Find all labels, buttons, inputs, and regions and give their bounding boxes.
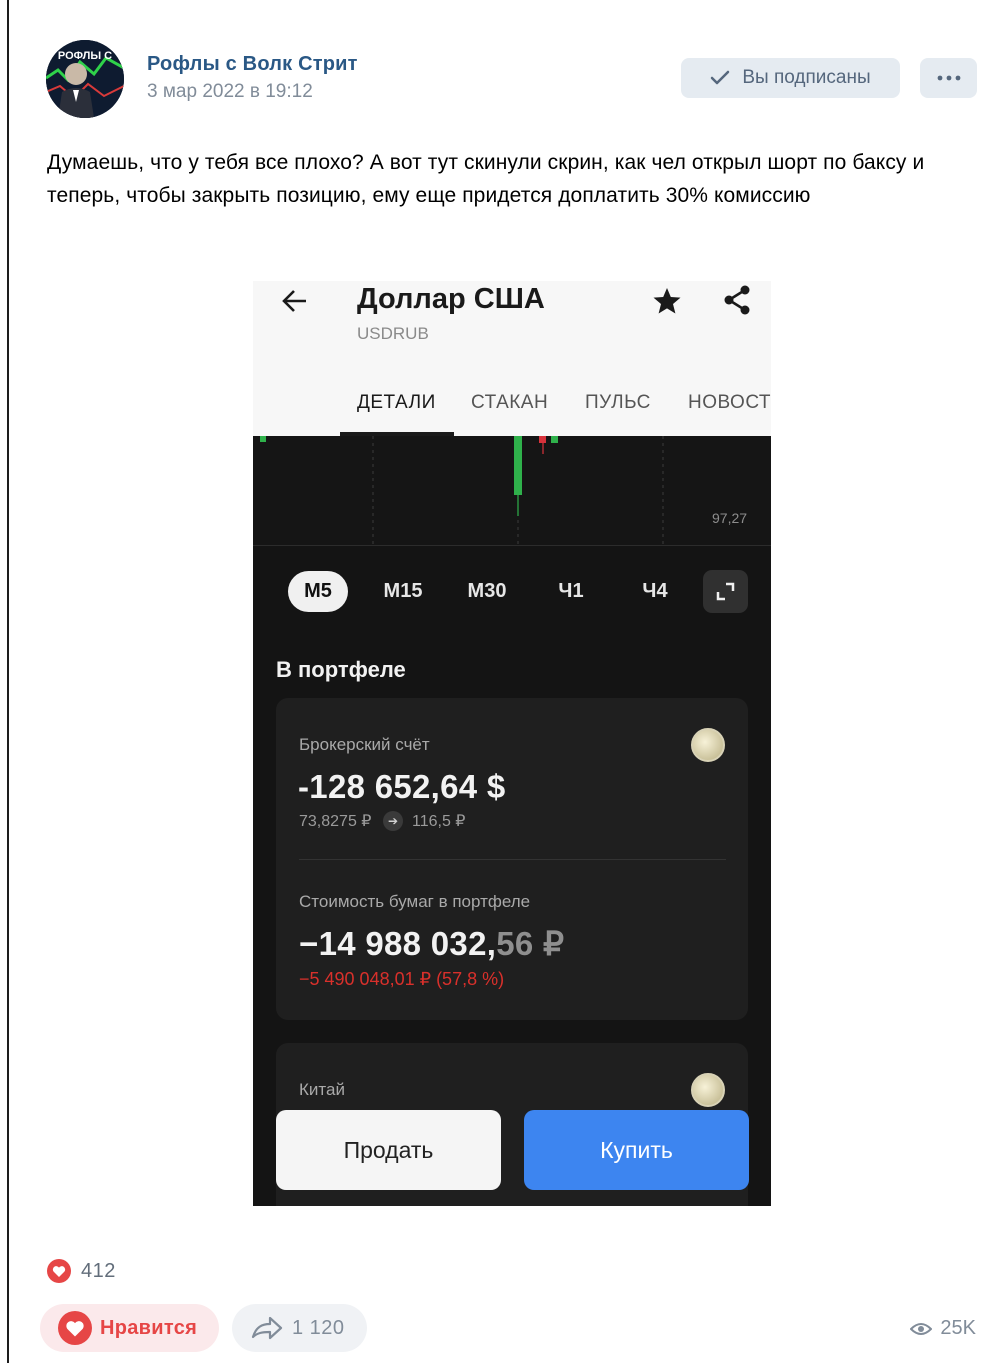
left-border [7, 0, 9, 1363]
tab-news: НОВОСТИ [688, 392, 771, 413]
post-date[interactable]: 3 мар 2022 в 19:12 [147, 81, 313, 103]
candle [514, 436, 522, 495]
price-chart [253, 436, 771, 546]
buy-button: Купить [524, 1110, 749, 1190]
value-label: Стоимость бумаг в портфеле [299, 892, 531, 911]
share-button[interactable]: 1 120 [232, 1304, 367, 1352]
arrow-right-icon: ➔ [383, 811, 403, 831]
more-icon [937, 75, 960, 81]
chart-price-label: 97,27 [712, 510, 748, 526]
card-divider [299, 859, 726, 860]
asset-name: Китай [299, 1080, 345, 1099]
check-icon [711, 70, 730, 85]
expand-chart-button [703, 570, 748, 613]
timeframe-m15: M15 [383, 580, 423, 602]
candle [539, 436, 546, 443]
share-count: 1 120 [292, 1316, 345, 1339]
share-icon [724, 285, 750, 315]
value-change: −5 490 048,01 ₽ (57,8 %) [299, 969, 505, 989]
share-arrow-icon [251, 1316, 283, 1340]
post-text: Думаешь, что у тебя все плохо? А вот тут… [47, 151, 925, 207]
account-amount: -128 652,64 $ [298, 768, 506, 805]
eye-icon [910, 1322, 933, 1335]
portfolio-title: В портфеле [276, 657, 406, 682]
tab-details: ДЕТАЛИ [357, 392, 436, 413]
like-button[interactable]: Нравится [40, 1304, 219, 1352]
value-main: −14 988 032, [299, 925, 497, 962]
instrument-title: Доллар США [357, 283, 545, 315]
more-button[interactable] [920, 58, 977, 98]
coin-icon [691, 1073, 725, 1107]
candle [260, 436, 266, 442]
rate-from: 73,8275 ₽ [299, 813, 372, 830]
timeframe-h1: Ч1 [558, 580, 584, 602]
instrument-ticker: USDRUB [357, 324, 429, 343]
heart-icon [47, 1259, 71, 1283]
likes-count: 412 [81, 1259, 116, 1282]
back-arrow-icon [282, 290, 306, 312]
account-label: Брокерский счёт [299, 735, 430, 754]
avatar[interactable]: РОФЛЫ С [46, 40, 124, 118]
star-icon [653, 288, 681, 314]
value-cents: 56 ₽ [496, 925, 565, 962]
views-count: 25K [940, 1317, 976, 1339]
timeframe-m5: M5 [288, 571, 348, 612]
like-label: Нравится [100, 1316, 198, 1339]
subscribed-label: Вы подписаны [742, 67, 871, 88]
tab-pulse: ПУЛЬС [585, 392, 651, 413]
expand-icon [716, 582, 735, 601]
app-header: Доллар США USDRUB ДЕТАЛИ СТАКАН ПУЛЬС НО… [253, 281, 771, 436]
likes-summary[interactable]: 412 [47, 1259, 116, 1283]
sell-button: Продать [276, 1110, 501, 1190]
portfolio-card: Брокерский счёт -128 652,64 $ 73,8275 ₽ … [276, 698, 748, 1020]
views-counter: 25K [910, 1317, 976, 1340]
coin-icon [691, 728, 725, 762]
rate-to: 116,5 ₽ [412, 813, 466, 830]
subscribed-button[interactable]: Вы подписаны [681, 58, 900, 98]
tab-order-book: СТАКАН [471, 392, 549, 413]
avatar-text: РОФЛЫ С [58, 50, 112, 62]
timeframe-h4: Ч4 [642, 580, 668, 602]
author-name[interactable]: Рофлы с Волк Стрит [147, 53, 358, 76]
portfolio-value: −14 988 032,56 ₽ [299, 924, 564, 963]
heart-icon [58, 1311, 92, 1345]
attached-screenshot[interactable]: Доллар США USDRUB ДЕТАЛИ СТАКАН ПУЛЬС НО… [253, 281, 771, 1206]
timeframe-m30: M30 [467, 580, 507, 602]
candle [551, 436, 558, 443]
